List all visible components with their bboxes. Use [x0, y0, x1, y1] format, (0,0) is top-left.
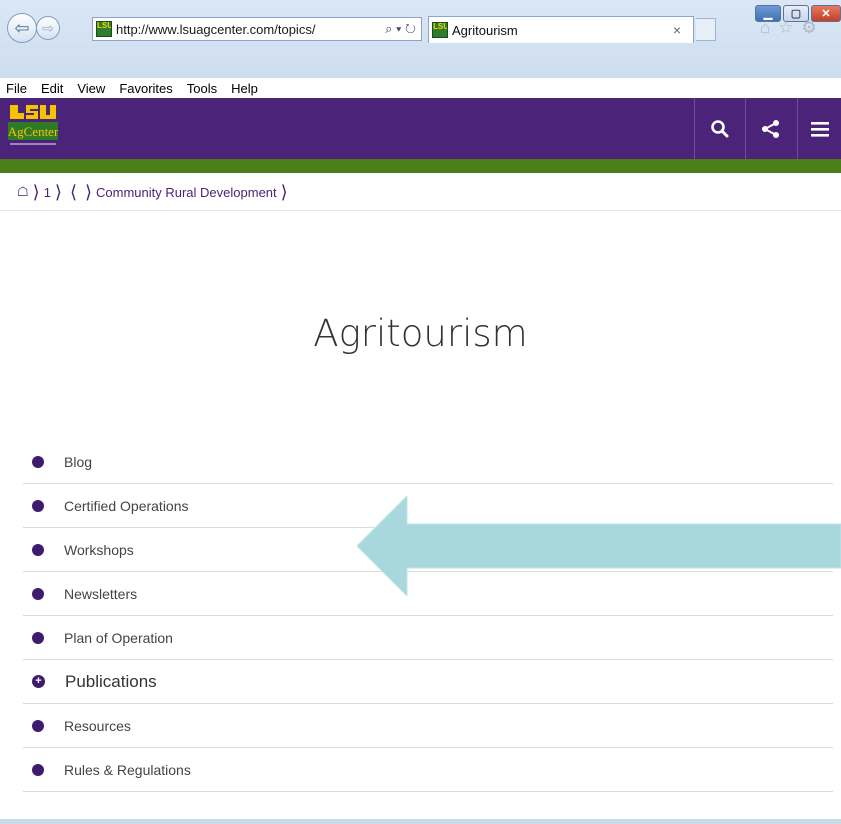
home-icon[interactable]: ⌂ — [760, 18, 770, 38]
bottom-border — [0, 819, 841, 824]
breadcrumb: ☖ ⟩ 1 ⟩ ⟨ ⟩ Community Rural Development … — [17, 178, 292, 206]
menu-file[interactable]: File — [6, 81, 27, 96]
bullet-icon — [32, 631, 44, 644]
list-item[interactable]: Plan of Operation — [23, 616, 833, 660]
site-header: AgCenter — [0, 98, 841, 159]
lsu-agcenter-logo-image: AgCenter — [8, 103, 59, 149]
address-bar[interactable]: LSU http://www.lsuagcenter.com/topics/ ⌕… — [92, 17, 422, 41]
list-item-label[interactable]: Newsletters — [64, 586, 137, 602]
expand-plus-icon[interactable]: + — [32, 675, 45, 688]
menu-edit[interactable]: Edit — [41, 81, 63, 96]
breadcrumb-item-1[interactable]: 1 — [44, 185, 51, 200]
list-item[interactable]: Blog — [23, 440, 833, 484]
tab-favicon-icon: LSU — [432, 22, 448, 38]
browser-tab[interactable]: LSU Agritourism × — [428, 16, 694, 43]
site-menu-button[interactable] — [797, 98, 841, 159]
chevron-right-icon: ⟩ — [32, 181, 40, 202]
header-accent-bar — [0, 159, 841, 173]
list-item-label[interactable]: Publications — [65, 672, 157, 692]
list-item[interactable]: Rules & Regulations — [23, 748, 833, 792]
annotation-arrow-icon — [357, 496, 841, 596]
bullet-icon — [32, 763, 44, 776]
hamburger-menu-icon — [810, 121, 829, 137]
share-icon — [761, 119, 779, 138]
breadcrumb-item-3[interactable]: Community Rural Development — [96, 185, 277, 200]
page-title: Agritourism — [313, 312, 528, 355]
menu-bar: File Edit View Favorites Tools Help — [0, 78, 841, 98]
chevron-right-icon: ⟩ — [280, 181, 288, 202]
forward-button[interactable]: ⇨ — [36, 16, 60, 40]
search-icon — [710, 119, 728, 137]
menu-view[interactable]: View — [77, 81, 105, 96]
list-item-expandable[interactable]: + Publications — [23, 660, 833, 704]
topic-menu: Blog Certified Operations Workshops News… — [23, 440, 833, 792]
bullet-icon — [32, 587, 44, 600]
arrow-left-icon: ⇦ — [14, 17, 30, 38]
svg-text:AgCenter: AgCenter — [8, 124, 58, 139]
site-search-button[interactable] — [694, 98, 744, 159]
toolbar-icons: ⌂ ☆ ⚙ — [760, 18, 817, 38]
back-button[interactable]: ⇦ — [7, 13, 37, 43]
chevron-right-icon: ⟩ — [84, 181, 93, 202]
list-item-label[interactable]: Workshops — [64, 542, 134, 558]
list-item[interactable]: Resources — [23, 704, 833, 748]
bullet-icon — [32, 499, 44, 512]
list-item-label[interactable]: Plan of Operation — [64, 630, 173, 646]
breadcrumb-divider — [0, 210, 841, 211]
settings-gear-icon[interactable]: ⚙ — [802, 18, 817, 38]
address-url[interactable]: http://www.lsuagcenter.com/topics/ — [116, 22, 380, 37]
site-share-button[interactable] — [745, 98, 795, 159]
browser-chrome: ▁ ▢ ✕ ⇦ ⇨ LSU http://www.lsuagcenter.com… — [0, 0, 841, 98]
arrow-right-icon: ⇨ — [42, 19, 54, 36]
menu-tools[interactable]: Tools — [187, 81, 217, 96]
list-item-label[interactable]: Rules & Regulations — [64, 762, 191, 778]
list-item-label[interactable]: Certified Operations — [64, 498, 189, 514]
search-refresh-icons[interactable]: ⌕ ▾ ↻ — [380, 21, 421, 37]
bullet-icon — [32, 719, 44, 732]
menu-help[interactable]: Help — [231, 81, 258, 96]
list-item-label[interactable]: Resources — [64, 718, 131, 734]
bullet-icon — [32, 455, 44, 468]
favorites-star-icon[interactable]: ☆ — [778, 18, 793, 38]
chevron-left-icon: ⟨ — [69, 181, 77, 202]
list-item-label[interactable]: Blog — [64, 454, 92, 470]
tab-close-icon[interactable]: × — [661, 22, 693, 38]
tab-title: Agritourism — [452, 22, 518, 38]
lsu-agcenter-logo[interactable]: AgCenter — [8, 103, 59, 149]
new-tab-button[interactable] — [696, 18, 716, 41]
chevron-right-icon: ⟩ — [54, 181, 62, 202]
menu-favorites[interactable]: Favorites — [119, 81, 172, 96]
bullet-icon — [32, 543, 44, 556]
home-breadcrumb-icon[interactable]: ☖ — [17, 184, 29, 200]
site-favicon-icon: LSU — [96, 21, 112, 37]
